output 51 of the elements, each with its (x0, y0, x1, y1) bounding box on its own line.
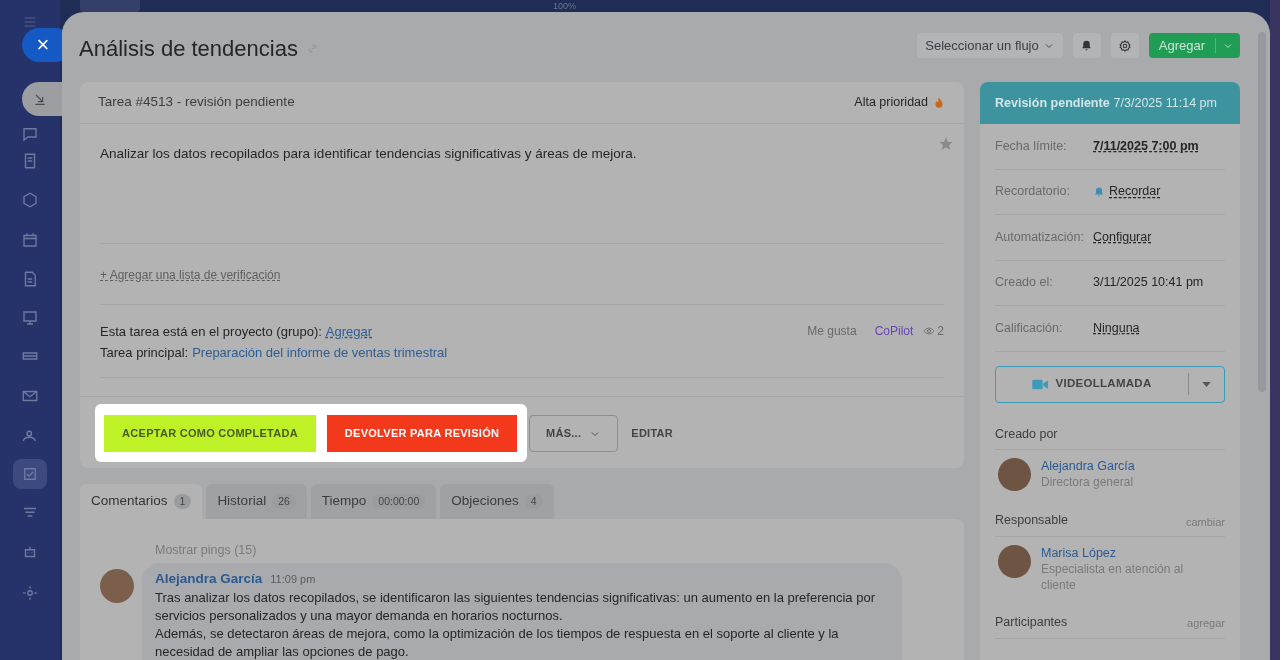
tab[interactable]: Objeciones 4 (440, 484, 554, 519)
tab-count: 26 (272, 494, 296, 509)
field-value: 3/11/2025 10:41 pm (1093, 274, 1204, 292)
tab-count: 00:00:00 (372, 494, 426, 509)
return-button[interactable]: DEVOLVER PARA REVISIÓN (327, 415, 517, 452)
person-name[interactable]: Marisa López (1041, 545, 1201, 561)
video-call-button[interactable]: VIDEOLLAMADA (995, 365, 1225, 403)
field-label: Recordatorio: (995, 183, 1072, 201)
tab-count: 1 (173, 494, 192, 509)
field-label: Creado el: (995, 274, 1054, 292)
zoom-level: 100% (553, 2, 577, 11)
tab[interactable]: Comentarios 1 (80, 484, 203, 519)
parent-task-label: Tarea principal: (100, 344, 189, 362)
person-role: Directora general (1041, 474, 1135, 491)
comment-author[interactable]: Alejandra García (155, 569, 263, 590)
task-header: Tarea #4513 - revisión pendiente (98, 93, 295, 112)
field-label: Automatización: (995, 228, 1085, 246)
task-title: Análisis de tendencias (79, 35, 298, 63)
field-value[interactable]: Recordar (1109, 182, 1161, 202)
person-role: Especialista en atención al cliente (1041, 561, 1185, 593)
section-heading: Responsable (995, 512, 1068, 530)
copilot-link[interactable]: CoPilot (874, 322, 914, 340)
project-link[interactable]: Agregar (325, 321, 373, 342)
parent-task-link[interactable]: Preparación del informe de ventas trimestral (192, 342, 448, 363)
project-label: Esta tarea está en el proyecto (grupo): (100, 323, 322, 341)
field-label: Fecha límite: (995, 137, 1068, 155)
flow-select[interactable]: Seleccionar un flujo (917, 33, 1063, 58)
add-button[interactable]: Agregar (1148, 33, 1240, 58)
status-date: 7/3/2025 11:14 pm (1113, 94, 1217, 112)
section-heading: Creado por (995, 425, 1058, 443)
section-heading: Participantes (995, 614, 1068, 631)
person-name[interactable]: Alejandra García (1041, 458, 1201, 475)
tab[interactable]: Historial 26 (206, 484, 307, 519)
field-value[interactable]: Configurar (1093, 227, 1152, 247)
comment-text: Tras analizar los datos recopilados, se identificaron las siguientes tendencias significativas: un aumento en la preferencia por servicios personalizados y una mayor demanda en horarios nocturnos. (155, 589, 876, 626)
accept-button[interactable]: ACEPTAR COMO COMPLETADA (104, 415, 316, 452)
field-value[interactable]: Ninguna (1093, 318, 1140, 338)
comment-text: Además, se detectaron áreas de mejora, como la optimización de los tiempos de respuesta en el soporte al cliente y la necesidad de ampliar las opciones de pago. (155, 625, 840, 660)
view-count: 2 (937, 323, 944, 340)
field-label: Calificación: (995, 319, 1064, 337)
priority-label: Alta prioridad (854, 94, 928, 112)
checklist-link[interactable]: + Agregar una lista de verificación (100, 268, 281, 282)
like-link[interactable]: Me gusta (807, 322, 857, 340)
task-description: Analizar los datos recopilados para identificar tendencias significativas y áreas de mejora. (100, 145, 638, 163)
more-button[interactable]: MÁS... (529, 415, 619, 452)
tab[interactable]: Tiempo 00:00:00 (310, 484, 437, 519)
edit-button[interactable]: EDITAR (629, 415, 676, 452)
tab-count: 4 (524, 494, 543, 509)
field-value[interactable]: 7/11/2025 7:00 pm (1093, 136, 1199, 156)
comment-time: 11:09 pm (270, 572, 316, 587)
status-label: Revisión pendiente (995, 94, 1110, 112)
